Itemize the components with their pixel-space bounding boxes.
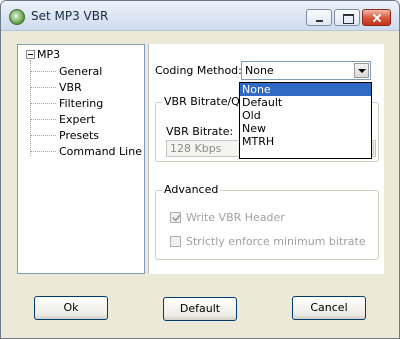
settings-panel: Coding Method: None VBR Bitrate/Quality …: [148, 44, 384, 274]
option-default[interactable]: Default: [240, 96, 371, 109]
option-mtrh[interactable]: MTRH: [240, 135, 371, 148]
chevron-down-icon[interactable]: [354, 63, 369, 78]
write-vbr-header-label: Write VBR Header: [186, 211, 285, 224]
collapse-icon[interactable]: [26, 50, 35, 59]
dialog-window: Set MP3 VBR MP3 General VBR Filtering Ex…: [0, 0, 400, 339]
minimize-button[interactable]: [306, 9, 332, 26]
tree-item-expert[interactable]: Expert: [30, 111, 95, 127]
write-vbr-header-checkbox[interactable]: [170, 212, 181, 223]
advanced-group: Advanced Write VBR Header Strictly enfor…: [155, 183, 379, 260]
coding-method-label: Coding Method:: [155, 64, 242, 77]
coding-method-value: None: [245, 64, 274, 77]
vbr-bitrate-label: VBR Bitrate:: [166, 125, 234, 138]
write-vbr-header-option[interactable]: Write VBR Header: [170, 211, 285, 224]
option-none[interactable]: None: [240, 83, 371, 96]
coding-method-select[interactable]: None: [241, 61, 371, 80]
enforce-min-bitrate-checkbox[interactable]: [170, 236, 181, 247]
enforce-min-bitrate-option[interactable]: Strictly enforce minimum bitrate: [170, 235, 366, 248]
close-button[interactable]: [362, 9, 391, 26]
ok-button[interactable]: Ok: [34, 296, 108, 320]
settings-tree: MP3 General VBR Filtering Expert Presets…: [17, 44, 145, 274]
enforce-min-bitrate-label: Strictly enforce minimum bitrate: [186, 235, 366, 248]
option-old[interactable]: Old: [240, 109, 371, 122]
tree-root-mp3[interactable]: MP3: [26, 48, 60, 61]
vbr-group-title: VBR Bitrate/Quality: [162, 95, 242, 108]
default-button[interactable]: Default: [163, 297, 237, 321]
cancel-button[interactable]: Cancel: [292, 296, 366, 320]
title-bar[interactable]: Set MP3 VBR: [1, 1, 399, 31]
tree-item-filtering[interactable]: Filtering: [30, 95, 103, 111]
coding-method-dropdown[interactable]: None Default Old New MTRH: [239, 82, 372, 159]
tree-root-label: MP3: [37, 48, 61, 61]
tree-item-general[interactable]: General: [30, 63, 102, 79]
option-new[interactable]: New: [240, 122, 371, 135]
app-icon: [9, 9, 25, 25]
advanced-group-title: Advanced: [162, 183, 221, 196]
tree-item-vbr[interactable]: VBR: [30, 79, 82, 95]
maximize-button[interactable]: [334, 9, 360, 26]
tree-item-presets[interactable]: Presets: [30, 127, 99, 143]
window-title: Set MP3 VBR: [31, 9, 109, 23]
tree-item-command-line[interactable]: Command Line: [30, 143, 142, 159]
